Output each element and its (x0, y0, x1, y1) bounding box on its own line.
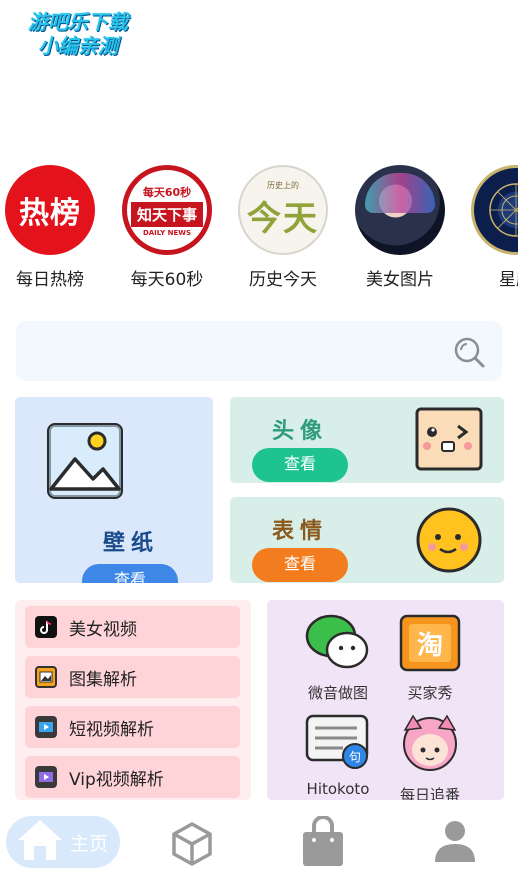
nav-home-label: 主页 (70, 832, 109, 855)
wallpaper-title: 壁纸 (103, 531, 160, 556)
daily-news-mid: 知天下事 (130, 201, 203, 227)
search-icon[interactable] (452, 335, 486, 373)
shortcut-hot-list[interactable]: 热榜 每日热榜 (0, 165, 100, 290)
list-item-short-video-parse[interactable]: 短视频解析 (25, 706, 240, 748)
list-item-vip-video-parse[interactable]: Vip视频解析 (25, 756, 240, 798)
shortcut-label: 每天60秒 (130, 270, 204, 290)
taobao-icon: 淘 (397, 614, 463, 678)
svg-text:句: 句 (349, 750, 361, 764)
grid-item-label: Hitokoto (306, 780, 370, 798)
shortcut-label: 历史今天 (249, 270, 317, 290)
history-today-top: 历史上的 (267, 181, 299, 190)
anime-icon (395, 714, 465, 780)
shortcut-beauty-pictures[interactable]: 美女图片 (350, 165, 450, 290)
search-bar[interactable] (16, 321, 502, 381)
svg-text:淘: 淘 (417, 631, 443, 661)
shortcut-label: 美女图片 (366, 270, 434, 290)
gallery-icon (35, 666, 57, 688)
wallpaper-card[interactable]: 壁纸 查看 (15, 397, 213, 583)
watermark-line2: 小编亲测 (38, 34, 118, 58)
daily-news-bot: DAILY NEWS (142, 228, 192, 237)
avatar-title: 头像 (272, 419, 329, 444)
film-icon (35, 716, 57, 738)
list-item-label: Vip视频解析 (69, 769, 164, 790)
wallpaper-view-button[interactable]: 查看 (82, 564, 178, 583)
quote-icon: 句 (303, 714, 373, 776)
emoji-card[interactable]: 表情 查看 (230, 497, 504, 583)
grid-item-label: 微音做图 (307, 684, 368, 702)
picture-icon (43, 419, 127, 507)
grid-item-anime[interactable]: 每日追番 (385, 710, 475, 800)
list-item-beauty-video[interactable]: 美女视频 (25, 606, 240, 648)
user-icon[interactable] (432, 818, 478, 868)
shortcut-60-seconds[interactable]: 每天60秒 知天下事 DAILY NEWS 每天60秒 (117, 165, 217, 290)
bag-icon[interactable] (299, 815, 347, 870)
grid-item-label: 买家秀 (407, 684, 453, 702)
hot-list-badge-text: 热榜 (19, 196, 81, 231)
watermark-logo: 游吧乐下载 小编亲测 (8, 10, 148, 58)
avatar-card[interactable]: 头像 查看 (230, 397, 504, 483)
daily-news-top: 每天60秒 (142, 185, 192, 199)
grid-item-hitokoto[interactable]: 句 Hitokoto (293, 710, 383, 798)
grid-item-label: 每日追番 (399, 786, 460, 800)
video-parse-card: 美女视频 图集解析 短视频解析 Vip视频解析 (15, 600, 251, 800)
shortcut-zodiac[interactable]: 星座 (466, 165, 518, 290)
history-today-mid: 今天 (247, 199, 319, 239)
nav-home-tab[interactable]: 主页 (6, 816, 120, 868)
hot-list-icon: 热榜 (5, 165, 95, 255)
cube-icon[interactable] (168, 820, 216, 870)
smiley-face-icon (414, 505, 484, 579)
emoji-title: 表情 (272, 519, 329, 544)
grid-item-taobao[interactable]: 淘 买家秀 (385, 612, 475, 703)
shortcut-label: 每日热榜 (16, 270, 84, 290)
list-item-label: 图集解析 (69, 669, 137, 690)
list-item-label: 美女视频 (69, 619, 137, 640)
shortcut-row: 热榜 每日热榜 每天60秒 知天下事 DAILY NEWS 每天60秒 历史上的… (0, 165, 518, 295)
vip-film-icon (35, 766, 57, 788)
watermark-line1: 游吧乐下载 (28, 10, 128, 34)
shortcut-history-today[interactable]: 历史上的 今天 历史今天 (233, 165, 333, 290)
wechat-icon (303, 614, 373, 678)
emoji-view-button[interactable]: 查看 (252, 548, 348, 582)
home-icon (16, 818, 64, 866)
history-today-icon: 历史上的 今天 (238, 165, 328, 255)
shortcut-label: 星座 (499, 270, 518, 290)
list-item-label: 短视频解析 (69, 719, 154, 740)
tools-grid-card: 微音做图 淘 买家秀 句 Hitokoto 每日追番 (267, 600, 504, 800)
tiktok-icon (35, 616, 57, 638)
avatar-view-button[interactable]: 查看 (252, 448, 348, 482)
grid-item-wechat[interactable]: 微音做图 (293, 612, 383, 703)
square-face-icon (414, 406, 484, 476)
zodiac-wheel-icon (471, 165, 518, 255)
list-item-gallery-parse[interactable]: 图集解析 (25, 656, 240, 698)
bottom-nav: 主页 (0, 808, 518, 870)
daily-news-icon: 每天60秒 知天下事 DAILY NEWS (122, 165, 212, 255)
beauty-portrait-icon (355, 165, 445, 255)
